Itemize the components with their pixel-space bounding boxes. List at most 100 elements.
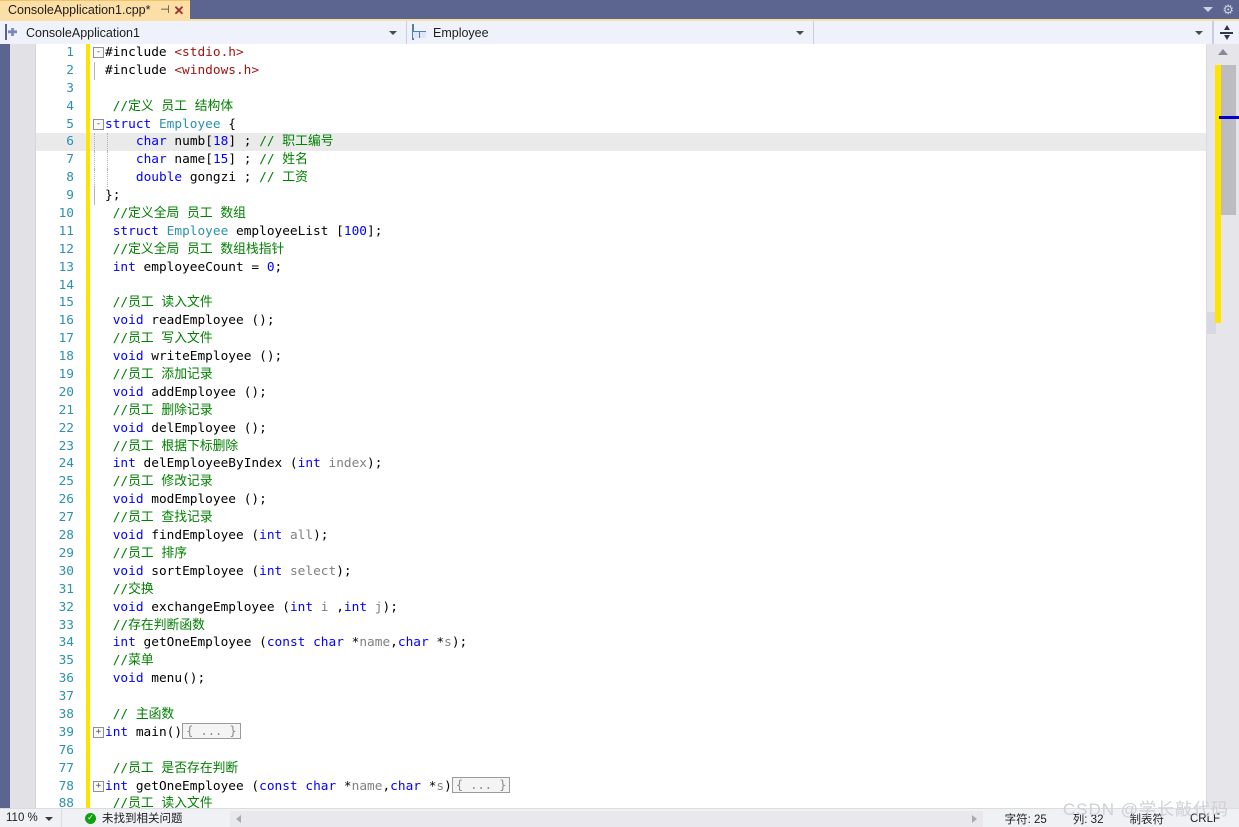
code-line[interactable]: 8 double gongzi ; // 工资 (36, 169, 1206, 188)
code-line[interactable]: 39 + int main(){ ... } (36, 722, 1206, 742)
change-bar (86, 366, 90, 384)
code-line-text: //员工 排序 (113, 545, 187, 563)
expand-region-icon[interactable]: + (93, 780, 104, 792)
issue-status[interactable]: ✓ 未找到相关问题 (85, 810, 183, 826)
code-text-area[interactable]: 1- #include <stdio.h> 2 #include <windows.h… (36, 44, 1206, 808)
code-line[interactable]: 26 void modEmployee (); (36, 491, 1206, 510)
code-line[interactable]: 22 void delEmployee (); (36, 419, 1206, 438)
code-line[interactable]: 31 //交换 (36, 580, 1206, 599)
code-line[interactable]: 10 //定义全局 员工 数组 (36, 205, 1206, 223)
code-line[interactable]: 33 //存在判断函数 (36, 616, 1206, 635)
member-dropdown[interactable] (814, 21, 1213, 44)
code-line[interactable]: 28 void findEmployee (int all); (36, 527, 1206, 545)
code-line[interactable]: 1 - #include <stdio.h> (36, 44, 1206, 62)
code-line[interactable]: 2 #include <windows.h> (36, 61, 1206, 80)
code-line[interactable]: 18 void writeEmployee (); (36, 348, 1206, 367)
change-bar (86, 240, 90, 259)
scroll-left-arrow-icon[interactable] (236, 815, 241, 823)
scroll-right-arrow-icon[interactable] (972, 815, 977, 823)
expand-region-icon[interactable]: + (93, 726, 104, 738)
code-line[interactable]: 29 //员工 排序 (36, 544, 1206, 563)
code-token: //定义全局 员工 数组 (112, 206, 246, 222)
change-bar (86, 115, 90, 134)
code-line-text: //员工 读入文件 (113, 795, 213, 808)
split-window-icon[interactable] (1213, 21, 1239, 44)
code-line[interactable]: 24 int delEmployeeByIndex (int index); (36, 455, 1206, 474)
code-token: //员工 根据下标删除 (112, 438, 239, 454)
code-line[interactable]: 23 //员工 根据下标删除 (36, 437, 1206, 456)
code-line[interactable]: 12 //定义全局 员工 数组栈指针 (36, 240, 1206, 259)
pin-icon[interactable]: ⊣ (158, 4, 171, 16)
code-line[interactable]: 21 //员工 删除记录 (36, 401, 1206, 420)
code-line[interactable]: 14 (36, 276, 1206, 295)
code-line[interactable]: 17 //员工 写入文件 (36, 330, 1206, 349)
code-line-text: //员工 修改记录 (113, 473, 213, 491)
code-token: //员工 修改记录 (112, 474, 213, 490)
breakpoint-margin[interactable] (10, 44, 36, 808)
horizontal-scrollbar[interactable] (230, 811, 983, 827)
chevron-down-icon[interactable] (1203, 7, 1214, 12)
chevron-down-icon[interactable] (796, 30, 804, 35)
code-token: s (444, 635, 452, 651)
code-line[interactable]: 76 (36, 741, 1206, 760)
code-line[interactable]: 5 - struct Employee { (36, 115, 1206, 134)
code-line[interactable]: 34 int getOneEmployee (const char *name,c… (36, 634, 1206, 653)
change-bar (86, 491, 90, 510)
code-line[interactable]: 32 void exchangeEmployee (int i ,int j); (36, 598, 1206, 617)
collapse-region-icon[interactable]: - (93, 118, 104, 130)
code-line[interactable]: 7 char name[15] ; // 姓名 (36, 151, 1206, 170)
code-line[interactable]: 15 //员工 读入文件 (36, 294, 1206, 313)
code-line[interactable]: 9}; (36, 187, 1206, 206)
change-bar (86, 759, 90, 778)
code-token: void (112, 671, 144, 687)
code-line[interactable]: 4 //定义 员工 结构体 (36, 97, 1206, 116)
code-line-text: #include <stdio.h> (105, 44, 244, 62)
code-line[interactable]: 36 void menu(); (36, 670, 1206, 689)
close-icon[interactable]: ✕ (171, 4, 186, 17)
code-line[interactable]: 13 int employeeCount = 0; (36, 258, 1206, 277)
code-token: int (105, 778, 129, 794)
code-line[interactable]: 6 char numb[18] ; // 职工编号 (36, 133, 1206, 152)
code-line[interactable]: 25 //员工 修改记录 (36, 473, 1206, 492)
code-line[interactable]: 38 // 主函数 (36, 705, 1206, 724)
type-dropdown[interactable]: Employee (407, 21, 814, 44)
scrollbar-thumb[interactable] (1221, 65, 1236, 215)
code-line[interactable]: 20 void addEmployee (); (36, 383, 1206, 402)
ok-status-icon: ✓ (85, 812, 96, 824)
chevron-down-icon[interactable] (45, 816, 53, 821)
zoom-level-dropdown[interactable]: 110 % (0, 808, 62, 827)
chevron-down-icon[interactable] (1195, 30, 1203, 35)
document-tab-consoleapplication1-cpp[interactable]: ConsoleApplication1.cpp* ⊣ ✕ (0, 0, 191, 19)
code-line[interactable]: 19 //员工 添加记录 (36, 366, 1206, 384)
chevron-down-icon[interactable] (389, 30, 397, 35)
change-bar (86, 670, 90, 689)
document-tab-label: ConsoleApplication1.cpp* (8, 3, 151, 17)
change-bar (86, 723, 90, 742)
code-line[interactable]: 11 struct Employee employeeList [100]; (36, 222, 1206, 241)
editor-edge-bar (0, 44, 10, 808)
code-line[interactable]: 37 (36, 688, 1206, 706)
collapsed-region-box[interactable]: { ... } (451, 776, 511, 793)
collapsed-region-box[interactable]: { ... } (182, 722, 241, 739)
code-line[interactable]: 78 + int getOneEmployee (const char *name,… (36, 776, 1206, 796)
code-token: numb[ (166, 134, 213, 150)
collapse-region-icon[interactable]: - (93, 47, 104, 58)
code-line[interactable]: 16 void readEmployee (); (36, 312, 1206, 331)
code-editor[interactable]: 1- #include <stdio.h> 2 #include <windows.h… (0, 44, 1239, 808)
project-dropdown[interactable]: ConsoleApplication1 (0, 21, 407, 44)
code-line-text: struct Employee { (105, 116, 236, 134)
vertical-scrollbar[interactable] (1206, 44, 1239, 808)
code-line[interactable]: 88 //员工 读入文件 (36, 795, 1206, 808)
change-bar (86, 544, 90, 563)
code-line[interactable]: 30 void sortEmployee (int select); (36, 562, 1206, 581)
gear-icon[interactable]: ⚙ (1222, 3, 1234, 16)
code-line-text: //员工 添加记录 (113, 366, 213, 384)
code-line[interactable]: 3 (36, 79, 1206, 98)
code-token: void (112, 420, 144, 436)
code-line[interactable]: 27 //员工 查找记录 (36, 509, 1206, 528)
code-token: ); (313, 528, 329, 544)
scroll-up-arrow-icon[interactable] (1218, 49, 1228, 55)
code-line[interactable]: 77 //员工 是否存在判断 (36, 759, 1206, 778)
code-line[interactable]: 35 //菜单 (36, 652, 1206, 671)
code-token: 18 (212, 134, 229, 150)
